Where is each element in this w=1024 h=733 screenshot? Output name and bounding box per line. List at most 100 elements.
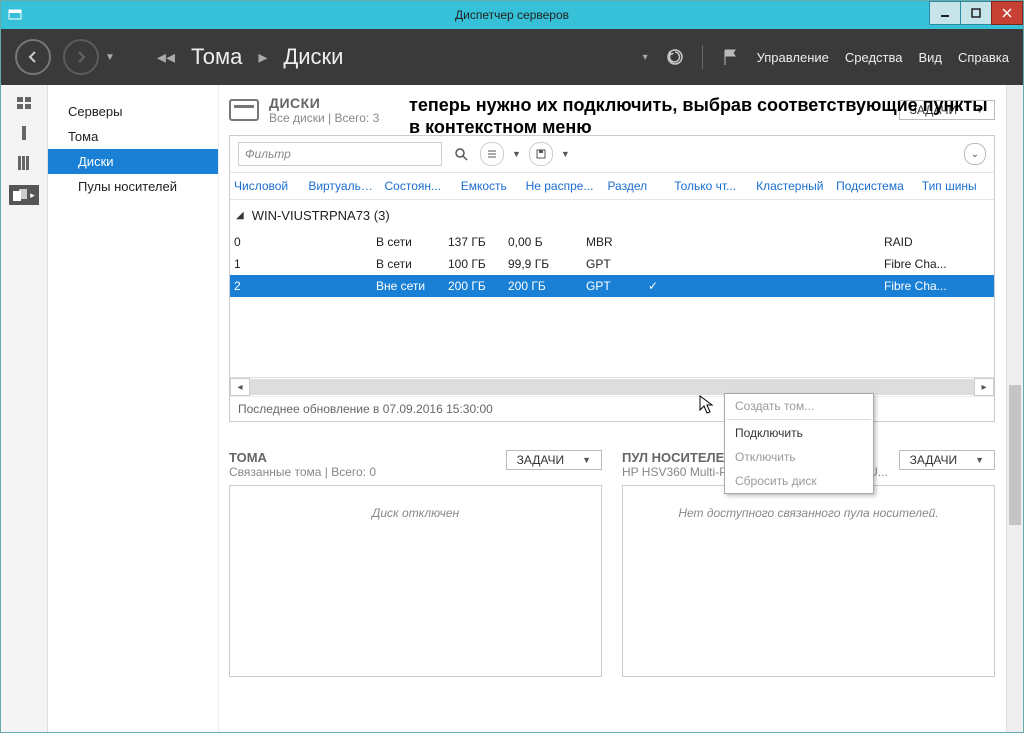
tasks-label: ЗАДАЧИ bbox=[910, 103, 957, 117]
pool-tasks-button[interactable]: ЗАДАЧИ▼ bbox=[899, 450, 995, 470]
cell bbox=[802, 257, 884, 271]
volumes-title: ТОМА bbox=[229, 450, 506, 465]
horizontal-scrollbar[interactable]: ◂ ▸ bbox=[230, 377, 994, 396]
nav-history-dropdown[interactable]: ▼ bbox=[105, 52, 115, 63]
sidebar-item-volumes[interactable]: Тома bbox=[48, 124, 218, 149]
refresh-icon[interactable] bbox=[664, 46, 686, 68]
table-header: Числовой Виртуальн... Состоян... Емкость… bbox=[230, 172, 994, 200]
sidebar-item-storage-pools[interactable]: Пулы носителей bbox=[48, 174, 218, 199]
cell: 0 bbox=[234, 235, 304, 249]
breadcrumb-parent[interactable]: Тома bbox=[191, 44, 242, 70]
cell: 99,9 ГБ bbox=[508, 257, 586, 271]
disks-panel-subtitle: Все диски | Всего: 3 bbox=[269, 111, 379, 125]
dashboard-icon[interactable] bbox=[15, 95, 33, 111]
volumes-panel: ТОМА Связанные тома | Всего: 0 ЗАДАЧИ▼ Д… bbox=[229, 450, 602, 677]
menu-tools[interactable]: Средства bbox=[845, 50, 903, 65]
cell bbox=[648, 235, 726, 249]
cell: 0,00 Б bbox=[508, 235, 586, 249]
cell bbox=[304, 257, 376, 271]
col-virtual[interactable]: Виртуальн... bbox=[304, 173, 380, 199]
ctx-disconnect[interactable]: Отключить bbox=[725, 445, 873, 469]
col-subsystem[interactable]: Подсистема bbox=[832, 173, 918, 199]
pool-empty: Нет доступного связанного пула носителей… bbox=[622, 485, 995, 677]
scroll-right-icon[interactable]: ▸ bbox=[974, 378, 994, 396]
cell bbox=[802, 235, 884, 249]
volumes-empty: Диск отключен bbox=[229, 485, 602, 677]
disks-panel-title: ДИСКИ bbox=[269, 95, 379, 111]
caret-down-icon: ◢ bbox=[236, 210, 244, 221]
sidebar-item-disks[interactable]: Диски bbox=[48, 149, 218, 174]
cell bbox=[726, 279, 802, 293]
sidebar-item-servers[interactable]: Серверы bbox=[48, 99, 218, 124]
breadcrumb-back-icon[interactable]: ◂◂ bbox=[153, 47, 179, 68]
disks-tasks-button[interactable]: ЗАДАЧИ▼ bbox=[899, 100, 995, 120]
all-servers-icon[interactable] bbox=[15, 155, 33, 171]
col-number[interactable]: Числовой bbox=[230, 173, 304, 199]
menu-help[interactable]: Справка bbox=[958, 50, 1009, 65]
scroll-left-icon[interactable]: ◂ bbox=[230, 378, 250, 396]
close-button[interactable] bbox=[991, 1, 1023, 25]
cell: Fibre Cha... bbox=[884, 257, 956, 271]
context-menu: Создать том... Подключить Отключить Сбро… bbox=[724, 393, 874, 494]
menu-view[interactable]: Вид bbox=[918, 50, 942, 65]
disk-icon bbox=[229, 99, 259, 121]
cell bbox=[304, 279, 376, 293]
cell bbox=[648, 257, 726, 271]
col-bus[interactable]: Тип шины bbox=[918, 173, 994, 199]
nav-back-button[interactable] bbox=[15, 39, 51, 75]
col-unalloc[interactable]: Не распре... bbox=[522, 173, 604, 199]
filter-options-icon[interactable] bbox=[480, 142, 504, 166]
local-server-icon[interactable] bbox=[15, 125, 33, 141]
col-capacity[interactable]: Емкость bbox=[457, 173, 522, 199]
col-cluster[interactable]: Кластерный bbox=[752, 173, 832, 199]
cell: 200 ГБ bbox=[508, 279, 586, 293]
search-icon[interactable] bbox=[450, 143, 472, 165]
nav-header: ▼ ◂◂ Тома ▸ Диски ▾ Управление Средства … bbox=[1, 29, 1023, 85]
ctx-create-volume[interactable]: Создать том... bbox=[725, 394, 873, 418]
table-row[interactable]: 2Вне сети200 ГБ200 ГБGPT✓Fibre Cha... bbox=[230, 275, 994, 297]
col-partition[interactable]: Раздел bbox=[603, 173, 670, 199]
expand-toggle-icon[interactable]: ⌄ bbox=[964, 143, 986, 165]
filter-input[interactable]: Фильтр bbox=[238, 142, 442, 166]
cell: GPT bbox=[586, 279, 648, 293]
nav-forward-button[interactable] bbox=[63, 39, 99, 75]
cell: В сети bbox=[376, 257, 448, 271]
ctx-connect[interactable]: Подключить bbox=[725, 421, 873, 445]
separator bbox=[727, 419, 871, 420]
icon-strip: ▸ bbox=[1, 85, 48, 732]
menu-manage[interactable]: Управление bbox=[757, 50, 829, 65]
flag-icon[interactable] bbox=[719, 46, 741, 68]
window-title: Диспетчер серверов bbox=[1, 8, 1023, 22]
col-readonly[interactable]: Только чт... bbox=[670, 173, 752, 199]
content-dropdown[interactable]: ▾ bbox=[643, 52, 648, 63]
cell: Вне сети bbox=[376, 279, 448, 293]
cell bbox=[802, 279, 884, 293]
group-row[interactable]: ◢ WIN-VIUSTRPNA73 (3) bbox=[230, 200, 994, 231]
save-query-icon[interactable] bbox=[529, 142, 553, 166]
cell bbox=[726, 257, 802, 271]
filter-dropdown[interactable]: ▼ bbox=[512, 149, 521, 159]
cell: 2 bbox=[234, 279, 304, 293]
table-row[interactable]: 1В сети100 ГБ99,9 ГБGPTFibre Cha... bbox=[230, 253, 994, 275]
volumes-subtitle: Связанные тома | Всего: 0 bbox=[229, 465, 506, 479]
vertical-scrollbar[interactable] bbox=[1006, 85, 1023, 732]
title-bar: Диспетчер серверов bbox=[1, 1, 1023, 29]
minimize-button[interactable] bbox=[929, 1, 961, 25]
col-state[interactable]: Состоян... bbox=[381, 173, 457, 199]
save-dropdown[interactable]: ▼ bbox=[561, 149, 570, 159]
cell: Fibre Cha... bbox=[884, 279, 956, 293]
table-row[interactable]: 0В сети137 ГБ0,00 БMBRRAID bbox=[230, 231, 994, 253]
cell: 137 ГБ bbox=[448, 235, 508, 249]
ctx-reset-disk[interactable]: Сбросить диск bbox=[725, 469, 873, 493]
cell: GPT bbox=[586, 257, 648, 271]
separator bbox=[702, 45, 703, 69]
file-services-icon[interactable]: ▸ bbox=[9, 185, 39, 205]
breadcrumb-current: Диски bbox=[283, 44, 343, 70]
maximize-button[interactable] bbox=[960, 1, 992, 25]
group-label: WIN-VIUSTRPNA73 (3) bbox=[252, 208, 390, 223]
volumes-tasks-button[interactable]: ЗАДАЧИ▼ bbox=[506, 450, 602, 470]
cell: MBR bbox=[586, 235, 648, 249]
cell: 1 bbox=[234, 257, 304, 271]
sidebar: Серверы Тома Диски Пулы носителей bbox=[48, 85, 218, 732]
last-updated: Последнее обновление в 07.09.2016 15:30:… bbox=[230, 396, 994, 421]
